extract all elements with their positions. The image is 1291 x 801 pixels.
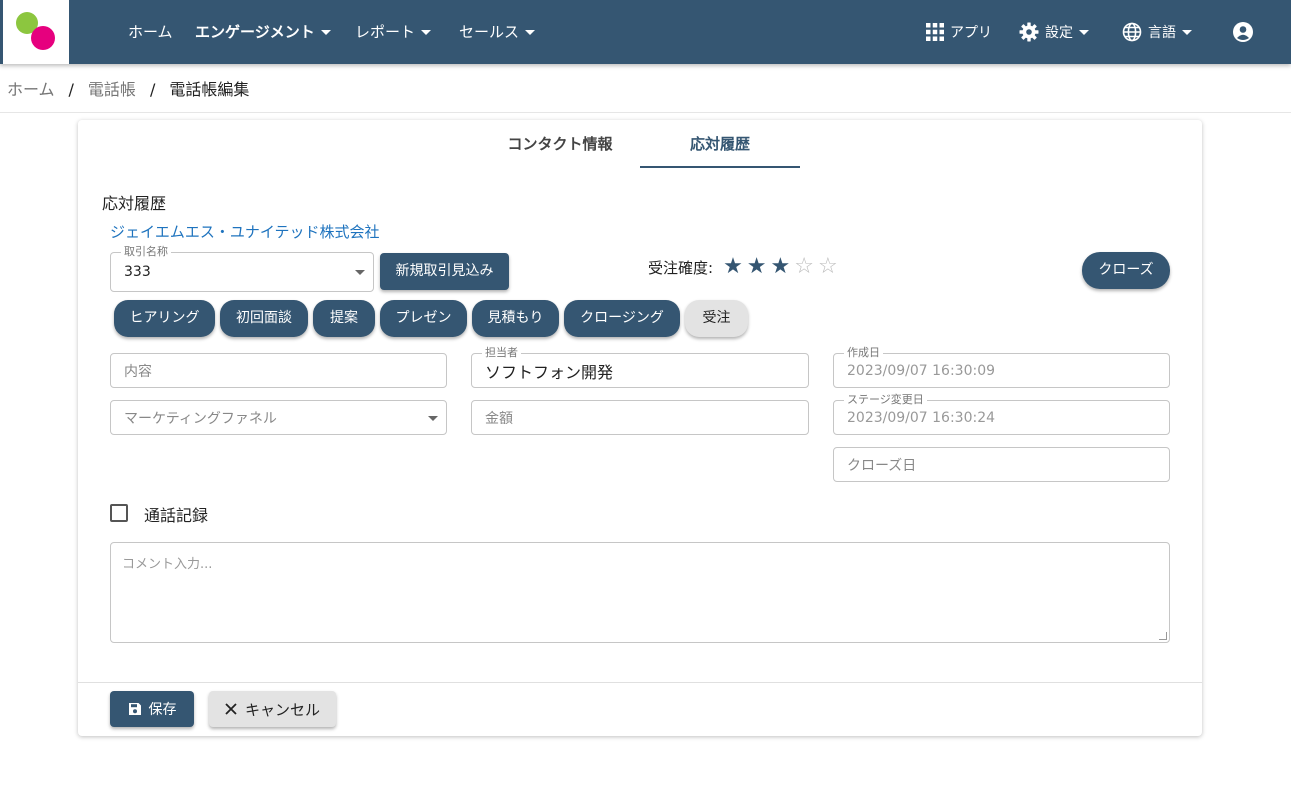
content-placeholder: 内容	[124, 363, 152, 380]
nav-apps[interactable]: アプリ	[926, 0, 992, 64]
footer-divider	[78, 682, 1202, 683]
cancel-button-label: キャンセル	[244, 700, 320, 719]
nav-engagement[interactable]: エンゲージメント	[195, 0, 331, 64]
tab-contact-info[interactable]: コンタクト情報	[480, 120, 640, 168]
stage-presentation[interactable]: プレゼン	[380, 300, 467, 337]
order-probability-label: 受注確度:	[648, 258, 714, 277]
breadcrumb-separator: /	[68, 80, 74, 99]
gear-icon	[1019, 22, 1039, 42]
stage-changed-date-label: ステージ変更日	[844, 393, 927, 407]
breadcrumb: ホーム / 電話帳 / 電話帳編集	[7, 76, 249, 100]
nav-sales[interactable]: セールス	[459, 0, 536, 64]
star-filled-icon[interactable]: ★	[771, 256, 791, 278]
marketing-funnel-placeholder: マーケティングファネル	[124, 410, 277, 427]
stage-proposal[interactable]: 提案	[313, 300, 375, 337]
breadcrumb-phonebook[interactable]: 電話帳	[88, 80, 136, 99]
comment-textarea[interactable]: コメント入力...	[110, 542, 1170, 643]
star-empty-icon[interactable]: ☆	[794, 256, 814, 278]
apps-grid-icon	[926, 23, 944, 41]
chevron-down-icon	[525, 30, 536, 35]
nav-language-label: 言語	[1148, 25, 1176, 41]
globe-icon	[1122, 22, 1142, 42]
cancel-button[interactable]: キャンセル	[209, 691, 336, 727]
nav-language[interactable]: 言語	[1122, 0, 1192, 64]
star-filled-icon[interactable]: ★	[723, 256, 743, 278]
save-disk-icon	[128, 703, 141, 715]
chevron-down-icon	[428, 415, 438, 421]
logo-pink-dot	[31, 26, 55, 50]
amount-input[interactable]: 金額	[471, 400, 809, 435]
chevron-down-icon	[1182, 29, 1192, 35]
created-date-value: 2023/09/07 16:30:09	[847, 362, 996, 379]
call-record-checkbox[interactable]	[110, 504, 128, 522]
chevron-down-icon	[421, 30, 432, 35]
stage-closing[interactable]: クロージング	[564, 300, 680, 337]
close-date-input[interactable]: クローズ日	[833, 447, 1170, 482]
new-deal-button[interactable]: 新規取引見込み	[380, 253, 509, 290]
content-input[interactable]: 内容	[110, 353, 447, 388]
nav-apps-label: アプリ	[950, 25, 992, 41]
top-navbar: ホーム エンゲージメント レポート セールス アプリ 設定 言語	[0, 0, 1291, 64]
marketing-funnel-select[interactable]: マーケティングファネル	[110, 400, 447, 435]
order-probability: 受注確度: ★ ★ ★ ☆ ☆	[648, 256, 838, 278]
star-rating[interactable]: ★ ★ ★ ☆ ☆	[719, 256, 838, 278]
deal-name-select[interactable]: 取引名称 333	[110, 245, 374, 292]
call-record-label: 通話記録	[144, 506, 209, 525]
close-date-placeholder: クローズ日	[847, 457, 917, 474]
nav-sales-label: セールス	[459, 23, 520, 41]
chevron-down-icon	[355, 270, 365, 275]
stage-first-meeting[interactable]: 初回面談	[220, 300, 308, 337]
close-deal-button[interactable]: クローズ	[1082, 252, 1170, 289]
stage-changed-date-value: 2023/09/07 16:30:24	[847, 409, 996, 426]
breadcrumb-separator: /	[149, 80, 156, 99]
stage-hearing[interactable]: ヒアリング	[114, 300, 215, 337]
nav-settings-label: 設定	[1045, 25, 1073, 41]
comment-placeholder: コメント入力...	[122, 557, 213, 572]
app-logo[interactable]	[3, 0, 69, 64]
tab-interaction-history[interactable]: 応対履歴	[640, 120, 800, 168]
section-title: 応対履歴	[102, 194, 167, 213]
edit-card: コンタクト情報 応対履歴 応対履歴 ジェイエムエス・ユナイテッド株式会社 取引名…	[78, 120, 1202, 736]
star-filled-icon[interactable]: ★	[747, 256, 767, 278]
owner-value: ソフトフォン開発	[485, 362, 614, 382]
created-date-field: 作成日 2023/09/07 16:30:09	[833, 346, 1170, 388]
nav-reports-label: レポート	[355, 23, 416, 41]
chevron-down-icon	[320, 30, 331, 35]
deal-name-label: 取引名称	[121, 245, 171, 259]
nav-home[interactable]: ホーム	[128, 0, 173, 64]
chevron-down-icon	[1079, 29, 1089, 35]
breadcrumb-current: 電話帳編集	[169, 80, 250, 99]
deal-name-value: 333	[124, 264, 151, 280]
created-date-label: 作成日	[844, 346, 883, 360]
close-icon	[225, 703, 237, 715]
stage-order-received[interactable]: 受注	[685, 300, 748, 337]
star-empty-icon[interactable]: ☆	[818, 256, 838, 278]
amount-placeholder: 金額	[485, 410, 513, 427]
stage-estimate[interactable]: 見積もり	[472, 300, 559, 337]
breadcrumb-divider	[0, 112, 1291, 113]
save-button-label: 保存	[148, 702, 177, 718]
user-account-icon	[1233, 22, 1253, 42]
breadcrumb-home[interactable]: ホーム	[7, 80, 55, 99]
stage-changed-date-field: ステージ変更日 2023/09/07 16:30:24	[833, 393, 1170, 435]
nav-engagement-label: エンゲージメント	[195, 23, 315, 41]
nav-reports[interactable]: レポート	[355, 0, 432, 64]
nav-user-account[interactable]	[1233, 0, 1259, 64]
resize-handle-icon[interactable]	[1159, 632, 1167, 640]
owner-field[interactable]: 担当者 ソフトフォン開発	[471, 346, 809, 388]
company-link[interactable]: ジェイエムエス・ユナイテッド株式会社	[110, 221, 380, 242]
nav-settings[interactable]: 設定	[1019, 0, 1089, 64]
save-button[interactable]: 保存	[110, 691, 194, 727]
